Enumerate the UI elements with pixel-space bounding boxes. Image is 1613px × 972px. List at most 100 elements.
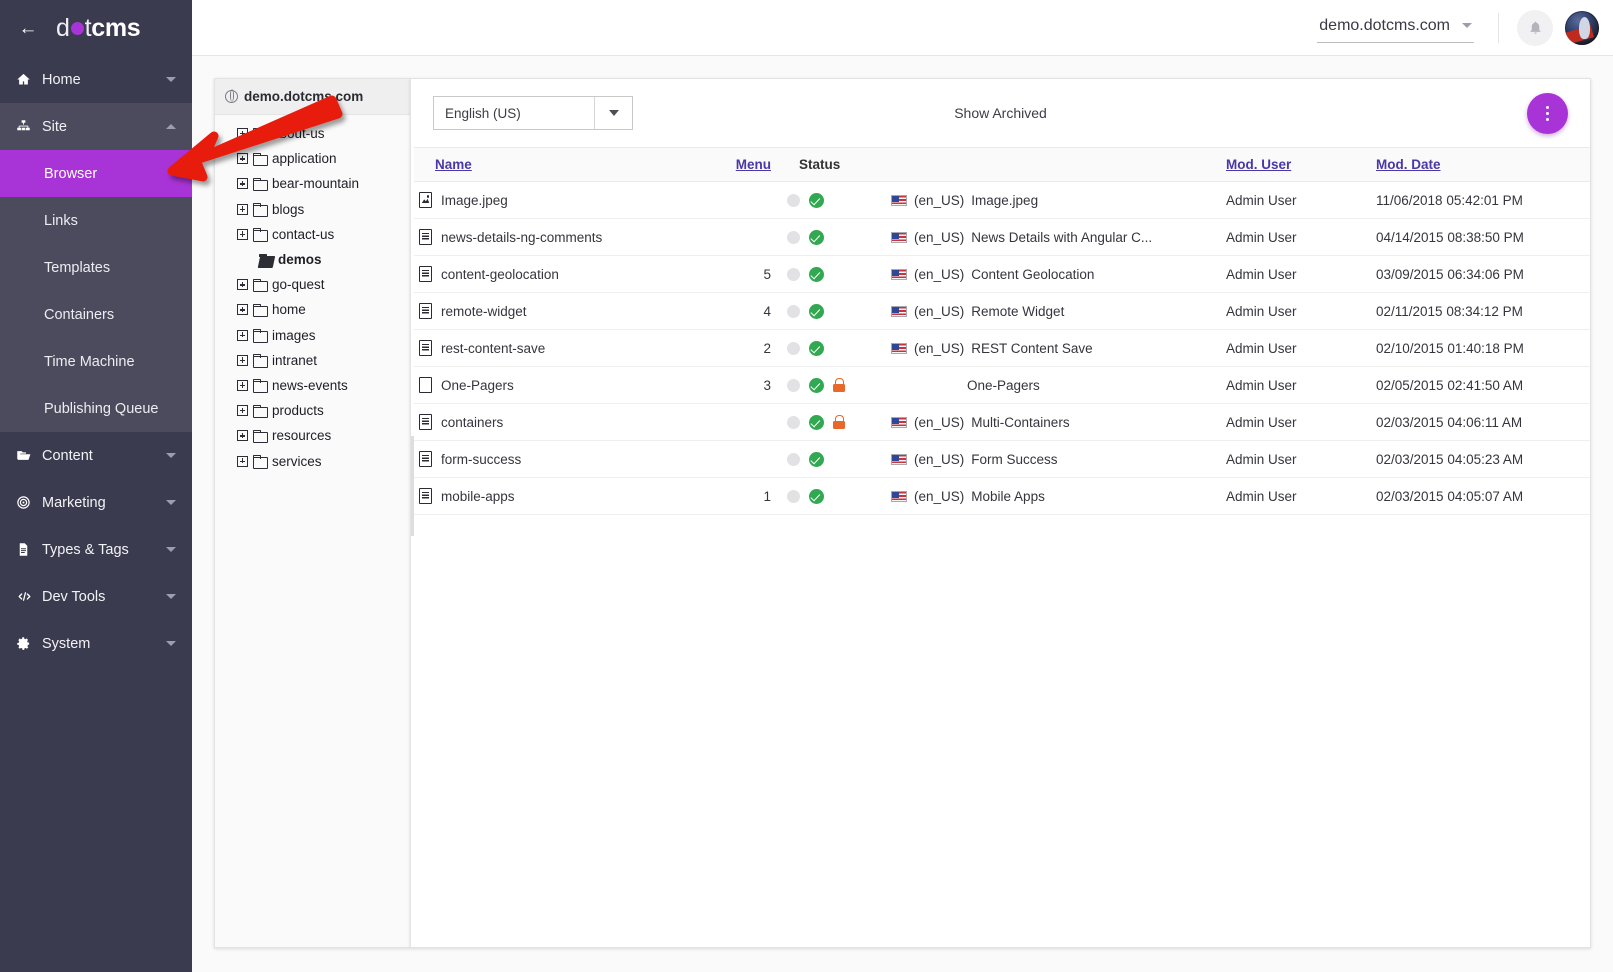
cell-name[interactable]: containers (411, 404, 711, 441)
show-archived-toggle[interactable]: Show Archived (954, 105, 1047, 121)
published-check-icon (809, 267, 824, 282)
tree-node-contact-us[interactable]: contact-us (215, 222, 410, 247)
sidebar-group-header-content[interactable]: Content (0, 432, 192, 479)
sidebar-item-links[interactable]: Links (0, 197, 192, 244)
blank-file-icon (419, 377, 432, 393)
tree-expand-icon[interactable] (237, 153, 248, 164)
tree-expand-icon[interactable] (237, 304, 248, 315)
column-header-mod-date[interactable]: Mod. Date (1368, 148, 1590, 182)
sidebar-item-containers[interactable]: Containers (0, 291, 192, 338)
scrollbar-thumb[interactable] (411, 436, 414, 536)
cell-name[interactable]: One-Pagers (411, 367, 711, 404)
sidebar-item-label: Containers (44, 307, 114, 323)
sidebar-group-header-types-tags[interactable]: Types & Tags (0, 526, 192, 573)
table-row[interactable]: news-details-ng-comments(en_US)News Deta… (411, 219, 1590, 256)
sidebar-group-header-site[interactable]: Site (0, 103, 192, 150)
sidebar-group-header-dev-tools[interactable]: Dev Tools (0, 573, 192, 620)
table-row[interactable]: containers(en_US)Multi-ContainersAdmin U… (411, 404, 1590, 441)
sidebar-subitems: BrowserLinksTemplates Containers Time Mach… (0, 150, 192, 432)
table-row[interactable]: content-geolocation5(en_US)Content Geolo… (411, 256, 1590, 293)
file-glyph (419, 303, 432, 319)
file-glyph (419, 340, 432, 356)
logo-dot-icon (71, 22, 84, 35)
tree-node-products[interactable]: products (215, 398, 410, 423)
tree-expand-icon[interactable] (237, 380, 248, 391)
main-sidebar: ← dtcms HomeSiteBrowserLinksTemplates Con… (0, 0, 192, 972)
tree-expand-icon[interactable] (237, 456, 248, 467)
tree-expand-icon[interactable] (237, 178, 248, 189)
table-row[interactable]: form-success(en_US)Form SuccessAdmin Use… (411, 441, 1590, 478)
sidebar-group-header-system[interactable]: System (0, 620, 192, 667)
sidebar-group-header-home[interactable]: Home (0, 56, 192, 103)
column-header-name[interactable]: Name (411, 148, 711, 182)
tree-expand-icon[interactable] (237, 279, 248, 290)
column-header-menu[interactable]: Menu (711, 148, 779, 182)
tree-node-home[interactable]: home (215, 297, 410, 322)
cell-menu-order (711, 182, 779, 219)
column-header-mod-date-label: Mod. Date (1376, 157, 1441, 172)
content-scrollbar[interactable] (411, 79, 414, 947)
sidebar-item-templates[interactable]: Templates (0, 244, 192, 291)
sidebar-item-publishing-queue[interactable]: Publishing Queue (0, 385, 192, 432)
tree-expand-icon[interactable] (237, 355, 248, 366)
cell-name[interactable]: rest-content-save (411, 330, 711, 367)
cell-name[interactable]: content-geolocation (411, 256, 711, 293)
sidebar-item-browser[interactable]: Browser (0, 150, 192, 197)
folder-icon (253, 153, 267, 164)
table-row[interactable]: One-Pagers3One-PagersAdmin User02/05/201… (411, 367, 1590, 404)
tree-expand-icon[interactable] (237, 330, 248, 341)
cell-name[interactable]: mobile-apps (411, 478, 711, 515)
chevron-down-icon (166, 77, 176, 82)
tree-host-row[interactable]: demo.dotcms.com (215, 79, 410, 115)
tree-expand-icon[interactable] (237, 405, 248, 416)
tree-expand-icon[interactable] (237, 430, 248, 441)
folder-icon (253, 330, 267, 341)
avatar[interactable] (1565, 11, 1599, 45)
tree-expand-icon[interactable] (237, 229, 248, 240)
language-select[interactable]: English (US) (433, 96, 633, 130)
language-cell: (en_US)REST Content Save (891, 341, 1210, 356)
actions-fab-button[interactable] (1527, 93, 1568, 134)
name-cell: Image.jpeg (419, 192, 703, 208)
tree-node-services[interactable]: services (215, 448, 410, 473)
tree-node-application[interactable]: application (215, 146, 410, 171)
sidebar-group-header-marketing[interactable]: Marketing (0, 479, 192, 526)
tree-node-images[interactable]: images (215, 323, 410, 348)
tree-node-demos[interactable]: demos (215, 247, 410, 272)
table-row[interactable]: mobile-apps1(en_US)Mobile AppsAdmin User… (411, 478, 1590, 515)
file-name: mobile-apps (441, 489, 515, 504)
tree-node-blogs[interactable]: blogs (215, 197, 410, 222)
us-flag-icon (891, 417, 907, 428)
cell-name[interactable]: remote-widget (411, 293, 711, 330)
site-selector-label: demo.dotcms.com (1319, 17, 1450, 35)
cell-name[interactable]: Image.jpeg (411, 182, 711, 219)
notifications-button[interactable] (1517, 10, 1553, 46)
sidebar-item-label: Publishing Queue (44, 401, 158, 417)
table-row[interactable]: Image.jpeg(en_US)Image.jpegAdmin User11/… (411, 182, 1590, 219)
us-flag-icon (891, 269, 907, 280)
tree-node-resources[interactable]: resources (215, 423, 410, 448)
language-select-arrow[interactable] (594, 97, 632, 129)
tree-expand-icon[interactable] (237, 128, 248, 139)
site-selector[interactable]: demo.dotcms.com (1317, 13, 1474, 43)
cell-status (779, 404, 883, 441)
cell-name[interactable]: form-success (411, 441, 711, 478)
tree-node-go-quest[interactable]: go-quest (215, 272, 410, 297)
column-header-mod-user[interactable]: Mod. User (1218, 148, 1368, 182)
tree-expand-icon[interactable] (237, 204, 248, 215)
cell-mod-date: 03/09/2015 06:34:06 PM (1368, 256, 1590, 293)
tree-node-about-us[interactable]: about-us (215, 121, 410, 146)
tree-node-news-events[interactable]: news-events (215, 373, 410, 398)
tree-node-bear-mountain[interactable]: bear-mountain (215, 171, 410, 196)
cell-menu-order (711, 404, 779, 441)
sidebar-item-time-machine[interactable]: Time Machine (0, 338, 192, 385)
unpublished-dot-icon (787, 379, 800, 392)
page-file-icon (419, 303, 432, 319)
table-row[interactable]: remote-widget4(en_US)Remote WidgetAdmin … (411, 293, 1590, 330)
cell-name[interactable]: news-details-ng-comments (411, 219, 711, 256)
table-row[interactable]: rest-content-save2(en_US)REST Content Sa… (411, 330, 1590, 367)
back-arrow-icon[interactable]: ← (0, 0, 56, 56)
cell-mod-user: Admin User (1218, 441, 1368, 478)
dotcms-logo[interactable]: dtcms (56, 14, 140, 43)
tree-node-intranet[interactable]: intranet (215, 348, 410, 373)
